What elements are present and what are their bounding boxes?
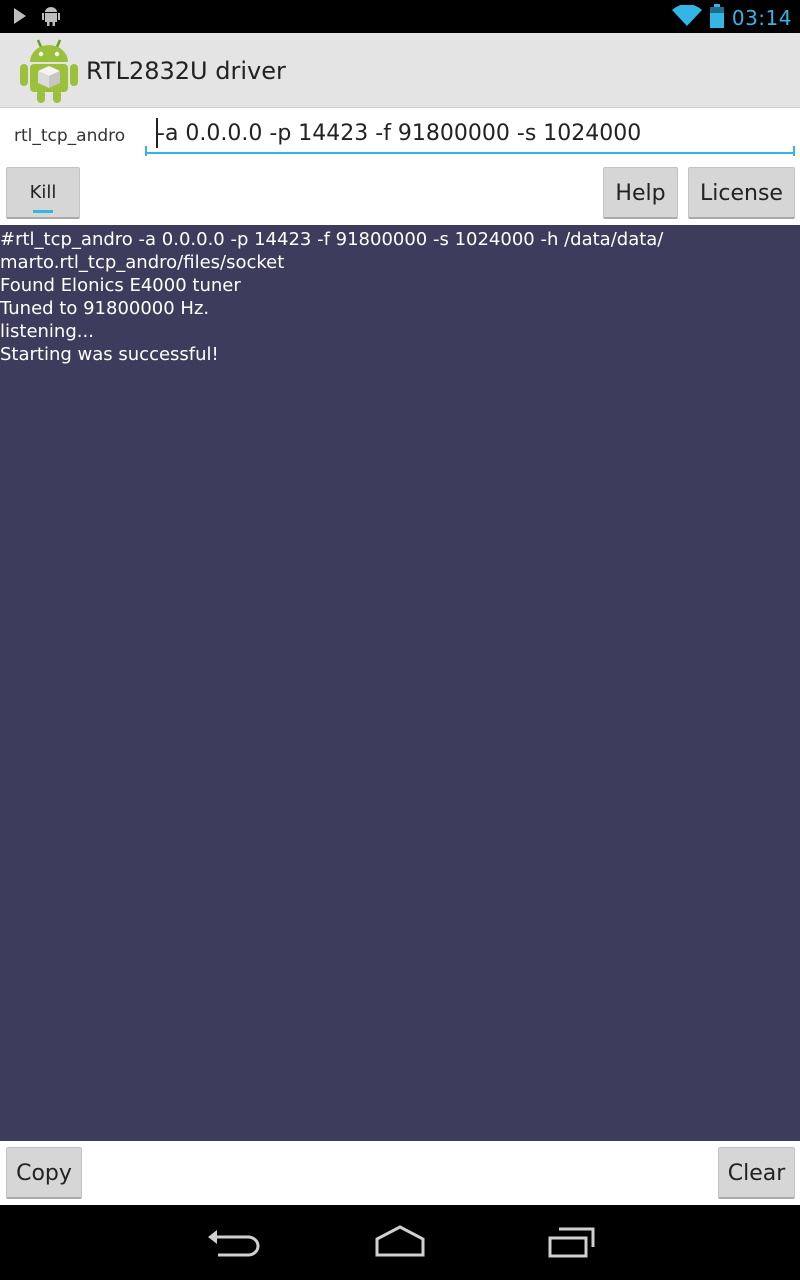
status-clock: 03:14 <box>731 6 792 30</box>
action-bar: RTL2832U driver <box>0 33 800 108</box>
navigation-bar <box>0 1205 800 1280</box>
copy-button-label: Copy <box>16 1161 72 1186</box>
wifi-icon <box>671 4 702 31</box>
command-label: rtl_tcp_andro <box>14 126 126 146</box>
text-cursor <box>156 118 158 148</box>
console-output[interactable]: #rtl_tcp_andro -a 0.0.0.0 -p 14423 -f 91… <box>0 225 800 1141</box>
console-line: marto.rtl_tcp_andro/files/socket <box>0 252 285 273</box>
home-icon[interactable] <box>370 1223 430 1263</box>
clear-button[interactable]: Clear <box>718 1147 795 1199</box>
back-icon[interactable] <box>200 1223 260 1263</box>
console-line: Found Elonics E4000 tuner <box>0 275 241 296</box>
help-button-label: Help <box>615 181 666 206</box>
help-button[interactable]: Help <box>603 167 678 219</box>
play-icon <box>12 7 28 29</box>
android-debug-icon <box>42 6 60 30</box>
console-line: listening... <box>0 321 94 342</box>
battery-icon <box>709 4 724 32</box>
license-button-label: License <box>700 181 783 206</box>
console-line: #rtl_tcp_andro -a 0.0.0.0 -p 14423 -f 91… <box>0 229 664 250</box>
command-args-input[interactable] <box>145 114 795 154</box>
status-bar: 03:14 <box>0 0 800 33</box>
copy-button[interactable]: Copy <box>6 1147 82 1199</box>
focus-indicator <box>33 210 53 213</box>
license-button[interactable]: License <box>688 167 795 219</box>
kill-button-label: Kill <box>29 182 57 203</box>
console-line: Tuned to 91800000 Hz. <box>0 298 210 319</box>
recent-apps-icon[interactable] <box>545 1223 605 1263</box>
app-title: RTL2832U driver <box>86 57 286 85</box>
console-line: Starting was successful! <box>0 344 219 365</box>
clear-button-label: Clear <box>727 1161 786 1186</box>
command-row: rtl_tcp_andro <box>0 108 800 164</box>
kill-button[interactable]: Kill <box>6 167 80 219</box>
android-robot-icon[interactable] <box>20 38 78 104</box>
